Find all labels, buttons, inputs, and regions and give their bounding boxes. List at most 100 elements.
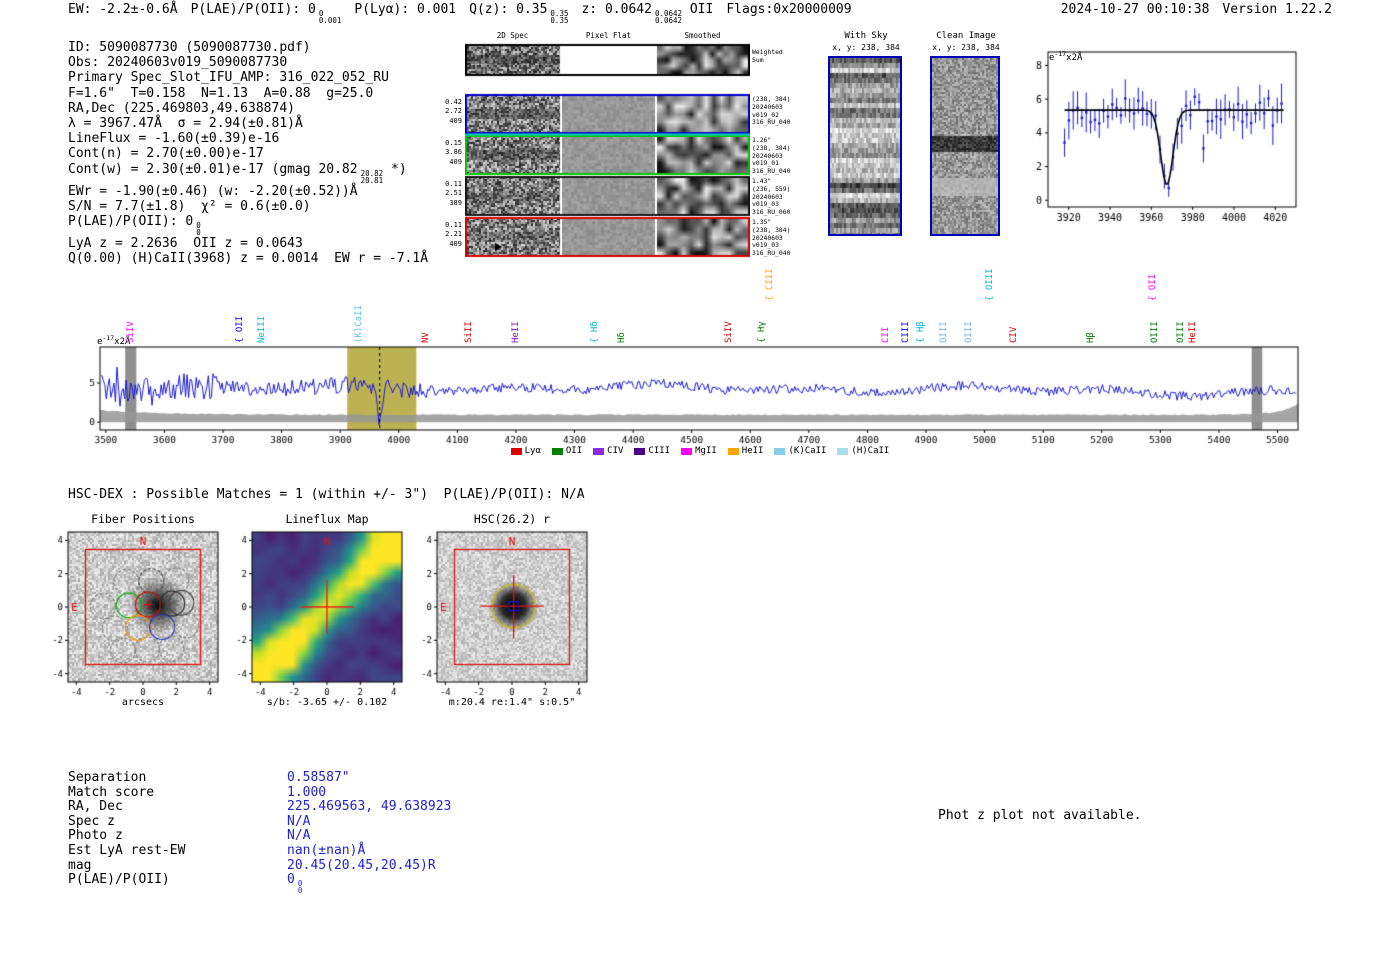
match-label: Separation	[68, 770, 147, 785]
header-z: z: 0.0642	[581, 2, 652, 17]
match-row: Match score 1.000	[68, 784, 451, 801]
match-value: N/A	[287, 829, 310, 844]
elixer-report-page: EW: -2.2±-0.6Å P(LAE)/P(OII): 0 0 0.001 P(Ly…	[0, 0, 1400, 953]
plae-sub: 0.001	[318, 16, 342, 25]
spectral-line-label: { OII	[1147, 273, 1158, 301]
legend-swatch	[510, 447, 522, 455]
spectral-line-label: OIII	[1175, 321, 1186, 343]
match-value: 000	[287, 872, 303, 896]
spectral-line-label: OIII	[963, 321, 974, 343]
withsky-coords: x, y: 238, 384	[832, 43, 900, 52]
spec2d-row-notes: (238, 384) 20240603 v019_02 316_RU_040	[752, 95, 791, 127]
spectral-line-label: OIII	[938, 321, 949, 343]
match-row: RA, Dec 225.469563, 49.638923	[68, 799, 451, 815]
legend-label: CIV	[607, 446, 624, 456]
header-plae-range: 0 0.001	[318, 10, 342, 25]
spectral-line-label: Hδ	[617, 332, 628, 343]
info-line: ID: 5090087730 (5090087730.pdf)	[68, 40, 311, 55]
match-label: mag	[68, 857, 92, 873]
spectral-line-label: Hβ	[1086, 332, 1097, 343]
legend-label: CIII	[648, 446, 671, 456]
range-sub: 0	[297, 886, 303, 896]
header-summary: EW: -2.2±-0.6Å P(LAE)/P(OII): 0 0 0.001 P(Ly…	[68, 2, 852, 24]
hsc-cutout-title: HSC(26.2) r	[473, 512, 551, 526]
match-value-text: 0.58587"	[287, 770, 350, 785]
fiber-positions-canvas	[36, 526, 226, 698]
match-value: 225.469563, 49.638923	[287, 799, 451, 815]
range-sub: 0	[196, 228, 201, 238]
info-block: ID: 5090087730 (5090087730.pdf) Obs: 2024…	[68, 40, 428, 266]
spectral-line-label: CII	[880, 326, 891, 343]
legend-item: MgII	[681, 446, 717, 456]
header-line-type: OII	[689, 2, 714, 17]
withsky-image	[828, 56, 902, 236]
spectral-line-label: OIII	[1150, 321, 1161, 343]
spectral-line-label: SiIV	[125, 321, 136, 343]
info-line: EWr = -1.90(±0.46) (w: -2.20(±0.52))Å	[68, 183, 358, 199]
legend-label: OII	[565, 446, 583, 456]
spectral-line-label: (K)CaII	[353, 305, 364, 343]
match-label: Spec z	[68, 813, 115, 829]
match-label: Match score	[68, 784, 155, 800]
match-label: Est LyA rest-EW	[68, 842, 186, 858]
spectral-line-label: { OIII	[984, 268, 995, 301]
legend-swatch	[634, 447, 646, 455]
qz-sub: 0.35	[550, 16, 569, 25]
spec2d-row-notes: 1.26" (238, 384) 20240603 v019_01 316_RU…	[752, 136, 791, 176]
info-line-pre: Cont(w) = 2.30(±0.01)e-17 (gmag 20.82	[68, 161, 358, 177]
lineflux-map-canvas	[220, 526, 410, 698]
info-line: Q(0.00) (H)CaII(3968) z = 0.0014 EW r = …	[68, 251, 429, 267]
match-value: nan(±nan)Å	[287, 842, 366, 859]
header-qz-range: 0.35 0.35	[550, 10, 569, 25]
spectral-line-label: CIII	[900, 321, 911, 343]
info-line: λ = 3967.47Å σ = 2.94(±0.81)Å	[68, 116, 303, 132]
spec2d-row-notes: 1.35" (238, 384) 20240603 v019_03 316_RU…	[752, 218, 791, 258]
fiber-positions-title: Fiber Positions	[91, 512, 195, 526]
spectral-line-label: { CIII	[765, 268, 775, 301]
clean-coords: x, y: 238, 384	[932, 43, 1000, 52]
info-line: S/N = 7.7(±1.8) χ² = 0.6(±0.0)	[68, 198, 311, 214]
lineflux-map-title: Lineflux Map	[285, 512, 369, 526]
legend-swatch	[727, 447, 739, 455]
match-row: Est LyA rest-EW nan(±nan)Å	[68, 842, 451, 859]
weighted-sum-label: Weighted Sum	[752, 48, 800, 65]
header-qz: Q(z): 0.35	[469, 2, 548, 17]
match-label: RA, Dec	[68, 799, 123, 815]
full-spectrum-canvas	[85, 330, 1310, 462]
legend-swatch	[837, 447, 849, 455]
spectral-line-label: { Hβ	[916, 321, 927, 343]
info-line: Primary Spec_Slot_IFU_AMP: 316_022_052_R…	[68, 70, 389, 86]
col-header-2dspec: 2D Spec	[496, 31, 529, 40]
legend-item: CIII	[634, 446, 670, 456]
photz-note: Phot z plot not available.	[938, 808, 1142, 823]
col-header-smoothed: Smoothed	[684, 31, 721, 40]
spectral-line-label: NeIII	[257, 315, 268, 343]
spec2d-row-stats: 0.15 3.86 409	[445, 139, 462, 166]
match-value-text: nan(±nan)Å	[287, 842, 366, 858]
spectral-line-label: { OII	[234, 315, 245, 343]
spectral-line-label: CIV	[1008, 326, 1019, 343]
match-row: mag 20.45(20.45,20.45)R	[68, 857, 451, 874]
range-sub: 20.81	[360, 175, 384, 185]
header-plae: P(LAE)/P(OII): 0	[190, 2, 316, 17]
spectral-line-label: HeII	[510, 321, 521, 343]
info-line: P(LAE)/P(OII): 000	[68, 214, 428, 236]
legend-item: (K)CaII	[774, 446, 826, 456]
z-sub: 0.0642	[654, 16, 683, 25]
clean-title: Clean Image	[936, 31, 996, 41]
fitplot-ylabel-post: x2Å	[1066, 53, 1083, 63]
clean-image	[930, 56, 1000, 236]
spec2d-canvas	[465, 43, 750, 258]
legend-item: (H)CaII	[837, 446, 889, 456]
info-line: Obs: 20240603v019_5090087730	[68, 55, 288, 71]
header-flags: Flags:0x20000009	[726, 2, 852, 17]
spectral-line-label: { Hδ	[590, 321, 601, 343]
info-line: RA,Dec (225.469803,49.638874)	[68, 100, 295, 116]
legend-label: HeII	[741, 446, 764, 456]
legend-item: OII	[551, 446, 583, 456]
fitplot-ylabel: e-17x2Å	[1049, 50, 1082, 63]
match-value: 1.000	[287, 785, 326, 801]
legend-item: Lyα	[510, 446, 541, 456]
header-z-range: 0.0642 0.0642	[654, 10, 683, 25]
line-fit-plot-canvas	[1010, 40, 1395, 230]
